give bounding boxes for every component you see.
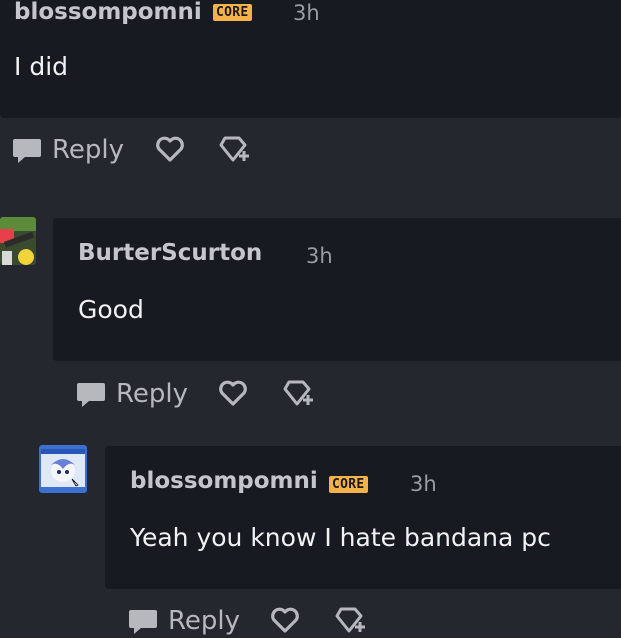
reply-button-3[interactable]: Reply (128, 604, 240, 638)
heart-icon (217, 378, 249, 408)
like-button-2[interactable] (217, 378, 249, 408)
comment-1-time: 3h (293, 1, 320, 25)
comment-3-core-badge: CORE (329, 476, 368, 493)
comment-1-text: I did (14, 52, 69, 81)
reply-label-2: Reply (116, 379, 189, 409)
gem-plus-icon (216, 134, 252, 166)
comment-3-username[interactable]: blossompomni (130, 468, 318, 494)
gem-plus-icon (332, 605, 368, 637)
comment-1-core-badge: CORE (213, 4, 252, 21)
comment-3-time: 3h (410, 472, 437, 496)
comment-2-username[interactable]: BurterScurton (78, 240, 262, 266)
reply-button-1[interactable]: Reply (12, 133, 124, 167)
reply-button-2[interactable]: Reply (76, 377, 188, 411)
reply-label-1: Reply (52, 135, 125, 165)
chat-bubble-icon (76, 379, 106, 409)
gem-plus-icon (280, 378, 316, 410)
comment-2-time: 3h (306, 244, 333, 268)
comment-3-text: Yeah you know I hate bandana pc (130, 523, 551, 552)
heart-icon (269, 605, 301, 635)
award-button-3[interactable] (332, 605, 368, 637)
avatar-burterscurton[interactable] (0, 217, 36, 265)
award-button-1[interactable] (216, 134, 252, 166)
comment-2-text: Good (78, 295, 144, 324)
award-button-2[interactable] (280, 378, 316, 410)
avatar-blossompomni[interactable] (39, 445, 87, 493)
chat-bubble-icon (128, 606, 158, 636)
heart-icon (154, 134, 186, 164)
like-button-3[interactable] (269, 605, 301, 635)
chat-bubble-icon (12, 135, 42, 165)
like-button-1[interactable] (154, 134, 186, 164)
comment-1-username[interactable]: blossompomni (14, 0, 202, 25)
reply-label-3: Reply (168, 606, 241, 636)
